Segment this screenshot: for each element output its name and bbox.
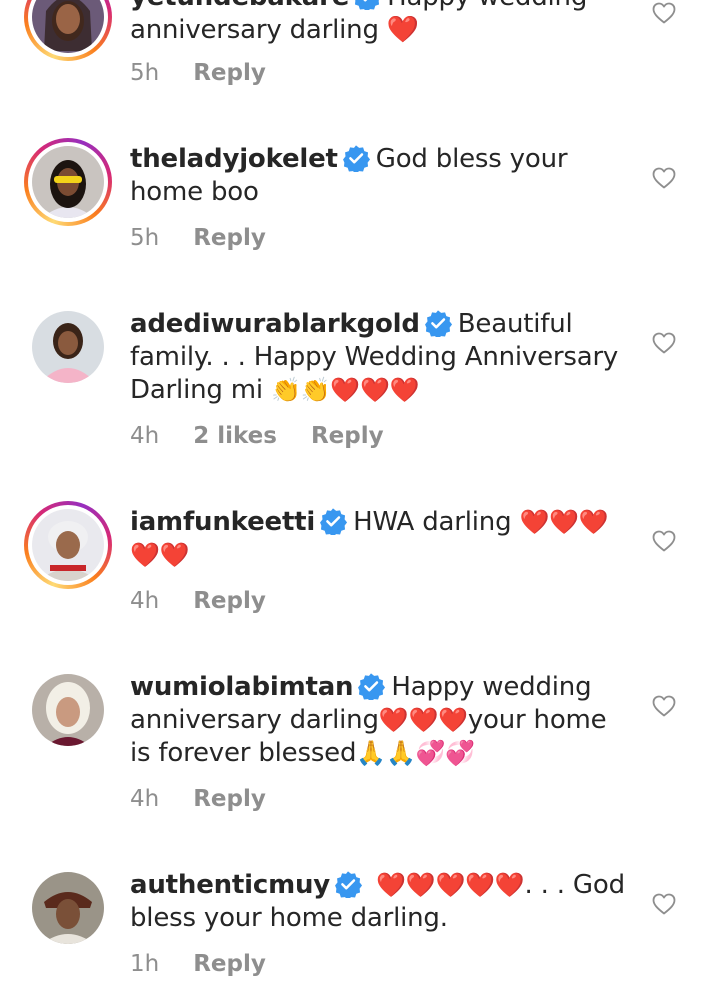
heart-outline-icon[interactable] xyxy=(652,893,676,915)
comment-text: authenticmuy ❤️❤️❤️❤️❤️. . . God bless y… xyxy=(130,869,625,935)
verified-badge-icon xyxy=(320,508,348,535)
comment-username[interactable]: yetundebakare xyxy=(130,0,349,12)
comment-meta: 5h Reply xyxy=(130,225,300,251)
verified-badge-icon xyxy=(335,871,363,898)
avatar[interactable] xyxy=(32,509,104,581)
reply-button[interactable]: Reply xyxy=(193,588,266,614)
avatar-story-ring[interactable] xyxy=(24,138,112,226)
avatar-story-ring[interactable] xyxy=(24,501,112,589)
comment-time: 4h xyxy=(130,423,160,449)
heart-emoji: ❤️ xyxy=(386,15,420,45)
heart-outline-icon[interactable] xyxy=(652,2,676,24)
comment-time: 4h xyxy=(130,588,160,614)
heart-outline-icon[interactable] xyxy=(652,695,676,717)
emoji-reactions: 🙏🙏💞💞 xyxy=(356,739,475,767)
verified-badge-icon xyxy=(342,145,370,172)
comment-text: iamfunkeetti HWA darling ❤️❤️❤️❤️❤️ xyxy=(130,506,625,572)
comment-text: wumiolabimtan Happy wedding anniversary d… xyxy=(130,671,625,770)
comment-username[interactable]: authenticmuy xyxy=(130,870,330,900)
reply-button[interactable]: Reply xyxy=(311,423,384,449)
comment-time: 5h xyxy=(130,60,160,86)
comment-meta: 4h Reply xyxy=(130,588,300,614)
reply-button[interactable]: Reply xyxy=(193,60,266,86)
avatar-wrap[interactable] xyxy=(24,303,112,391)
avatar-story-ring[interactable] xyxy=(24,0,112,61)
heart-outline-icon[interactable] xyxy=(652,167,676,189)
comment-username[interactable]: adediwurablarkgold xyxy=(130,309,420,339)
comment-meta: 4h 2 likes Reply xyxy=(130,423,418,449)
reply-button[interactable]: Reply xyxy=(193,225,266,251)
reply-button[interactable]: Reply xyxy=(193,951,266,977)
emoji-reactions: ❤️❤️❤️ xyxy=(378,706,468,734)
emoji-reactions: ❤️❤️❤️❤️❤️ xyxy=(376,871,525,899)
heart-outline-icon[interactable] xyxy=(652,332,676,354)
verified-badge-icon xyxy=(358,673,386,700)
avatar-wrap[interactable] xyxy=(24,666,112,754)
comment-time: 4h xyxy=(130,786,160,812)
avatar[interactable] xyxy=(32,872,104,944)
avatar[interactable] xyxy=(32,311,104,383)
comment-meta: 5h Reply xyxy=(130,60,300,86)
comment-meta: 1h Reply xyxy=(130,951,300,977)
comment-username[interactable]: theladyjokelet xyxy=(130,144,338,174)
avatar[interactable] xyxy=(32,146,104,218)
comment-meta: 4h Reply xyxy=(130,786,300,812)
comment-text: adediwurablarkgold Beautiful family. . . … xyxy=(130,308,625,407)
comment-body: HWA darling xyxy=(353,507,512,537)
avatar[interactable] xyxy=(32,674,104,746)
comment-time: 1h xyxy=(130,951,160,977)
comment-text: yetundebakareHappy wedding anniversary d… xyxy=(130,0,625,47)
verified-badge-icon xyxy=(424,310,452,337)
likes-count[interactable]: 2 likes xyxy=(193,423,277,449)
comment-username[interactable]: wumiolabimtan xyxy=(130,672,354,702)
emoji-reactions: 👏👏❤️❤️❤️ xyxy=(270,376,420,404)
comment-username[interactable]: iamfunkeetti xyxy=(130,507,315,537)
comment-text: theladyjokelet God bless your home boo xyxy=(130,143,625,209)
heart-outline-icon[interactable] xyxy=(652,530,676,552)
comment-time: 5h xyxy=(130,225,160,251)
verified-badge-icon xyxy=(355,0,380,10)
reply-button[interactable]: Reply xyxy=(193,786,266,812)
avatar-wrap[interactable] xyxy=(24,864,112,952)
